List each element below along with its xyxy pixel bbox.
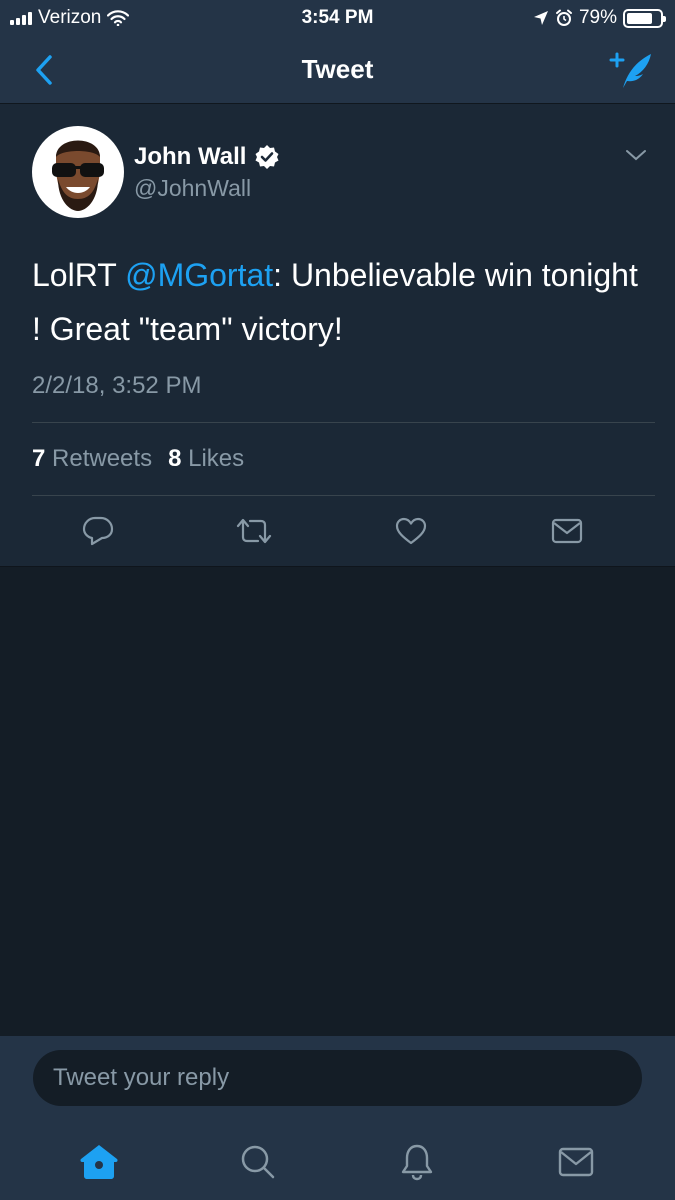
reply-bar <box>0 1036 675 1200</box>
author-handle: @JohnWall <box>134 174 252 201</box>
compose-tweet-button[interactable] <box>607 46 655 94</box>
retweet-icon <box>237 518 272 544</box>
compose-tweet-icon <box>609 52 651 88</box>
battery-icon <box>623 8 666 28</box>
retweets-stat[interactable]: 7 Retweets <box>32 445 152 473</box>
like-label: Likes <box>188 445 245 472</box>
signal-icon <box>10 11 32 25</box>
direct-message-button[interactable] <box>542 516 592 546</box>
author-name: John Wall <box>134 142 247 170</box>
tab-bar <box>0 1134 675 1190</box>
tab-messages[interactable] <box>546 1137 606 1187</box>
tab-home[interactable] <box>69 1137 129 1187</box>
retweet-count: 7 <box>32 445 46 472</box>
status-right: 79% <box>533 7 666 29</box>
battery-level <box>627 12 653 24</box>
like-count: 8 <box>168 445 182 472</box>
tweet-text: LolRT @MGortat: Unbelievable win tonight… <box>32 248 655 356</box>
user-info[interactable]: John Wall @JohnWall <box>134 143 280 202</box>
tweet-detail: John Wall @JohnWall LolRT @MGortat: Unbe… <box>0 104 675 567</box>
tweet-timestamp: 2/2/18, 3:52 PM <box>32 372 655 423</box>
messages-icon <box>558 1147 593 1177</box>
chevron-left-icon <box>36 54 52 85</box>
status-left: Verizon <box>10 7 130 29</box>
envelope-icon <box>551 518 582 544</box>
tweet-options-button[interactable] <box>621 140 651 170</box>
reply-input[interactable] <box>33 1050 642 1106</box>
alarm-clock-icon <box>555 9 572 26</box>
mention-link[interactable]: @MGortat <box>125 257 273 293</box>
heart-icon <box>395 517 426 545</box>
reply-icon <box>83 516 114 546</box>
location-arrow-icon <box>533 11 548 25</box>
tweet-text-prefix: LolRT <box>32 257 126 293</box>
tweet-header: John Wall @JohnWall <box>32 126 655 218</box>
reply-button[interactable] <box>73 516 123 546</box>
page-title: Tweet <box>301 54 374 84</box>
name-row: John Wall <box>134 143 280 171</box>
tab-notifications[interactable] <box>387 1137 447 1187</box>
bitmoji-avatar-icon <box>52 140 104 211</box>
battery-percent: 79% <box>578 7 617 28</box>
avatar[interactable] <box>32 126 124 218</box>
notifications-icon <box>401 1144 433 1181</box>
tab-search[interactable] <box>228 1137 288 1187</box>
chevron-down-icon <box>626 150 646 161</box>
back-button[interactable] <box>20 46 68 94</box>
retweet-label: Retweets <box>52 445 153 472</box>
carrier-label: Verizon <box>38 7 102 28</box>
verified-badge-icon <box>255 144 279 169</box>
tweet-actions <box>20 496 655 566</box>
retweet-button[interactable] <box>229 516 279 546</box>
like-button[interactable] <box>386 516 436 546</box>
status-bar: Verizon 3:54 PM 79% <box>0 0 675 36</box>
home-icon <box>80 1145 118 1179</box>
tweet-stats: 7 Retweets 8 Likes <box>32 423 655 496</box>
search-icon <box>241 1145 275 1179</box>
wifi-icon <box>107 10 130 26</box>
navigation-bar: Tweet <box>0 36 675 104</box>
likes-stat[interactable]: 8 Likes <box>168 445 244 473</box>
top-area: Verizon 3:54 PM 79% Tweet <box>0 0 675 104</box>
